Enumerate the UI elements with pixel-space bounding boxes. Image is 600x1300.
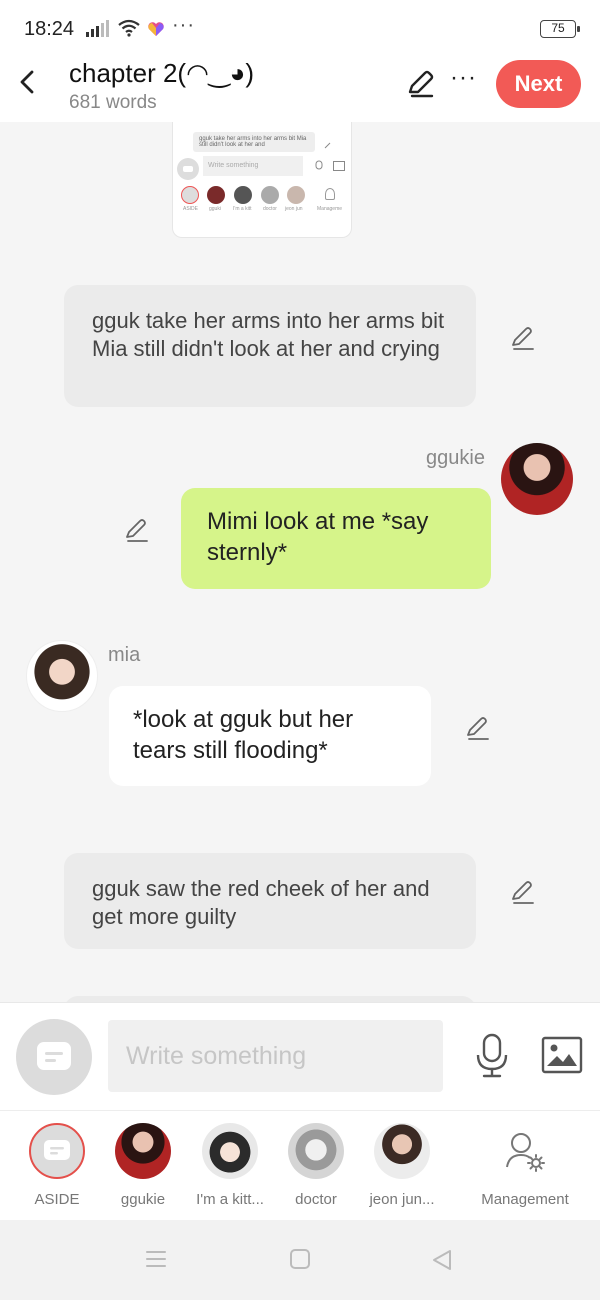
character-bar: ASIDE ggukie I'm a kitt... doctor jeon j… (0, 1110, 600, 1220)
character-label: I'm a kitt... (196, 1191, 264, 1208)
character-ggukie[interactable]: ggukie (100, 1123, 186, 1208)
mia-message-text: *look at gguk but her tears still floodi… (133, 706, 354, 764)
microphone-icon[interactable] (474, 1033, 510, 1079)
speaker-name-ggukie: ggukie (426, 447, 485, 469)
preview-image-icon (333, 161, 345, 171)
back-icon[interactable] (14, 66, 42, 98)
preview-bubble: gguk take her arms into her arms bit Mia… (193, 132, 315, 152)
preview-input: Write something (203, 156, 303, 176)
mia-message[interactable]: *look at gguk but her tears still floodi… (109, 686, 431, 786)
character-label: doctor (295, 1191, 337, 1208)
more-options-button[interactable]: ··· (450, 64, 477, 92)
app-heart-icon (146, 19, 166, 39)
character-doctor[interactable]: doctor (273, 1123, 359, 1208)
manage-users-icon (506, 1133, 545, 1172)
preview-pencil-icon (324, 142, 331, 149)
preview-aside-toggle (177, 158, 199, 180)
avatar-mia[interactable] (26, 640, 98, 712)
back-nav-icon[interactable] (430, 1248, 454, 1272)
home-icon[interactable] (289, 1248, 311, 1270)
image-icon[interactable] (541, 1036, 583, 1074)
next-button[interactable]: Next (496, 60, 581, 108)
kitten-avatar (202, 1123, 258, 1179)
embedded-screenshot-image: gguk take her arms into her arms bit Mia… (172, 122, 352, 238)
character-kitten[interactable]: I'm a kitt... (187, 1123, 273, 1208)
editor-header: chapter 2(◠‿◕) 681 words ··· Next (0, 58, 600, 122)
character-label: Management (481, 1191, 569, 1208)
composer-bar (0, 1002, 600, 1110)
edit-message-icon[interactable] (122, 516, 150, 544)
word-count: 681 words (69, 92, 157, 113)
character-label: jeon jun... (369, 1191, 435, 1208)
aside-message-text: gguk saw the red cheek of her and get mo… (92, 876, 430, 929)
write-something-input[interactable] (108, 1020, 443, 1092)
doctor-avatar (288, 1123, 344, 1179)
battery-icon: 75 (540, 20, 580, 38)
ggukie-avatar (115, 1123, 171, 1179)
aside-message[interactable]: gguk take her arms into her arms bit Mia… (64, 285, 476, 407)
ggukie-message[interactable]: Mimi look at me *say sternly* (181, 488, 491, 589)
status-more: ··· (172, 14, 195, 36)
preview-mic-icon (315, 160, 323, 170)
signal-icon (86, 20, 109, 37)
aside-avatar (29, 1123, 85, 1179)
chapter-title[interactable]: chapter 2(◠‿◕) (69, 58, 254, 89)
character-management[interactable]: Management (480, 1123, 570, 1208)
preview-character-bar: ASIDE gguki I'm a kitt doctor jeon jun M… (179, 184, 349, 214)
character-label: ASIDE (34, 1191, 80, 1208)
aside-message-text: gguk take her arms into her arms bit Mia… (92, 308, 445, 361)
aside-message[interactable]: gguk saw the red cheek of her and get mo… (64, 853, 476, 949)
wifi-icon (118, 19, 140, 37)
character-label: ggukie (120, 1191, 166, 1208)
status-bar: 18:24 ··· 75 (0, 0, 600, 58)
speaker-name-mia: mia (108, 644, 141, 666)
jeon-jun-avatar (374, 1123, 430, 1179)
system-navigation-bar (0, 1220, 600, 1300)
character-jeon-jun[interactable]: jeon jun... (359, 1123, 445, 1208)
edit-message-icon[interactable] (463, 714, 491, 742)
edit-message-icon[interactable] (508, 878, 536, 906)
edit-message-icon[interactable] (508, 324, 536, 352)
avatar-ggukie[interactable] (501, 443, 573, 515)
story-chat-area[interactable]: gguk take her arms into her arms bit Mia… (0, 122, 600, 1002)
ggukie-message-text: Mimi look at me *say sternly* (207, 508, 429, 566)
speech-bubble-icon (37, 1042, 71, 1070)
edit-pencil-icon[interactable] (404, 68, 436, 100)
menu-icon[interactable] (145, 1248, 167, 1270)
status-time: 18:24 (24, 18, 75, 40)
character-aside[interactable]: ASIDE (14, 1123, 100, 1208)
aside-toggle-button[interactable] (16, 1019, 92, 1095)
